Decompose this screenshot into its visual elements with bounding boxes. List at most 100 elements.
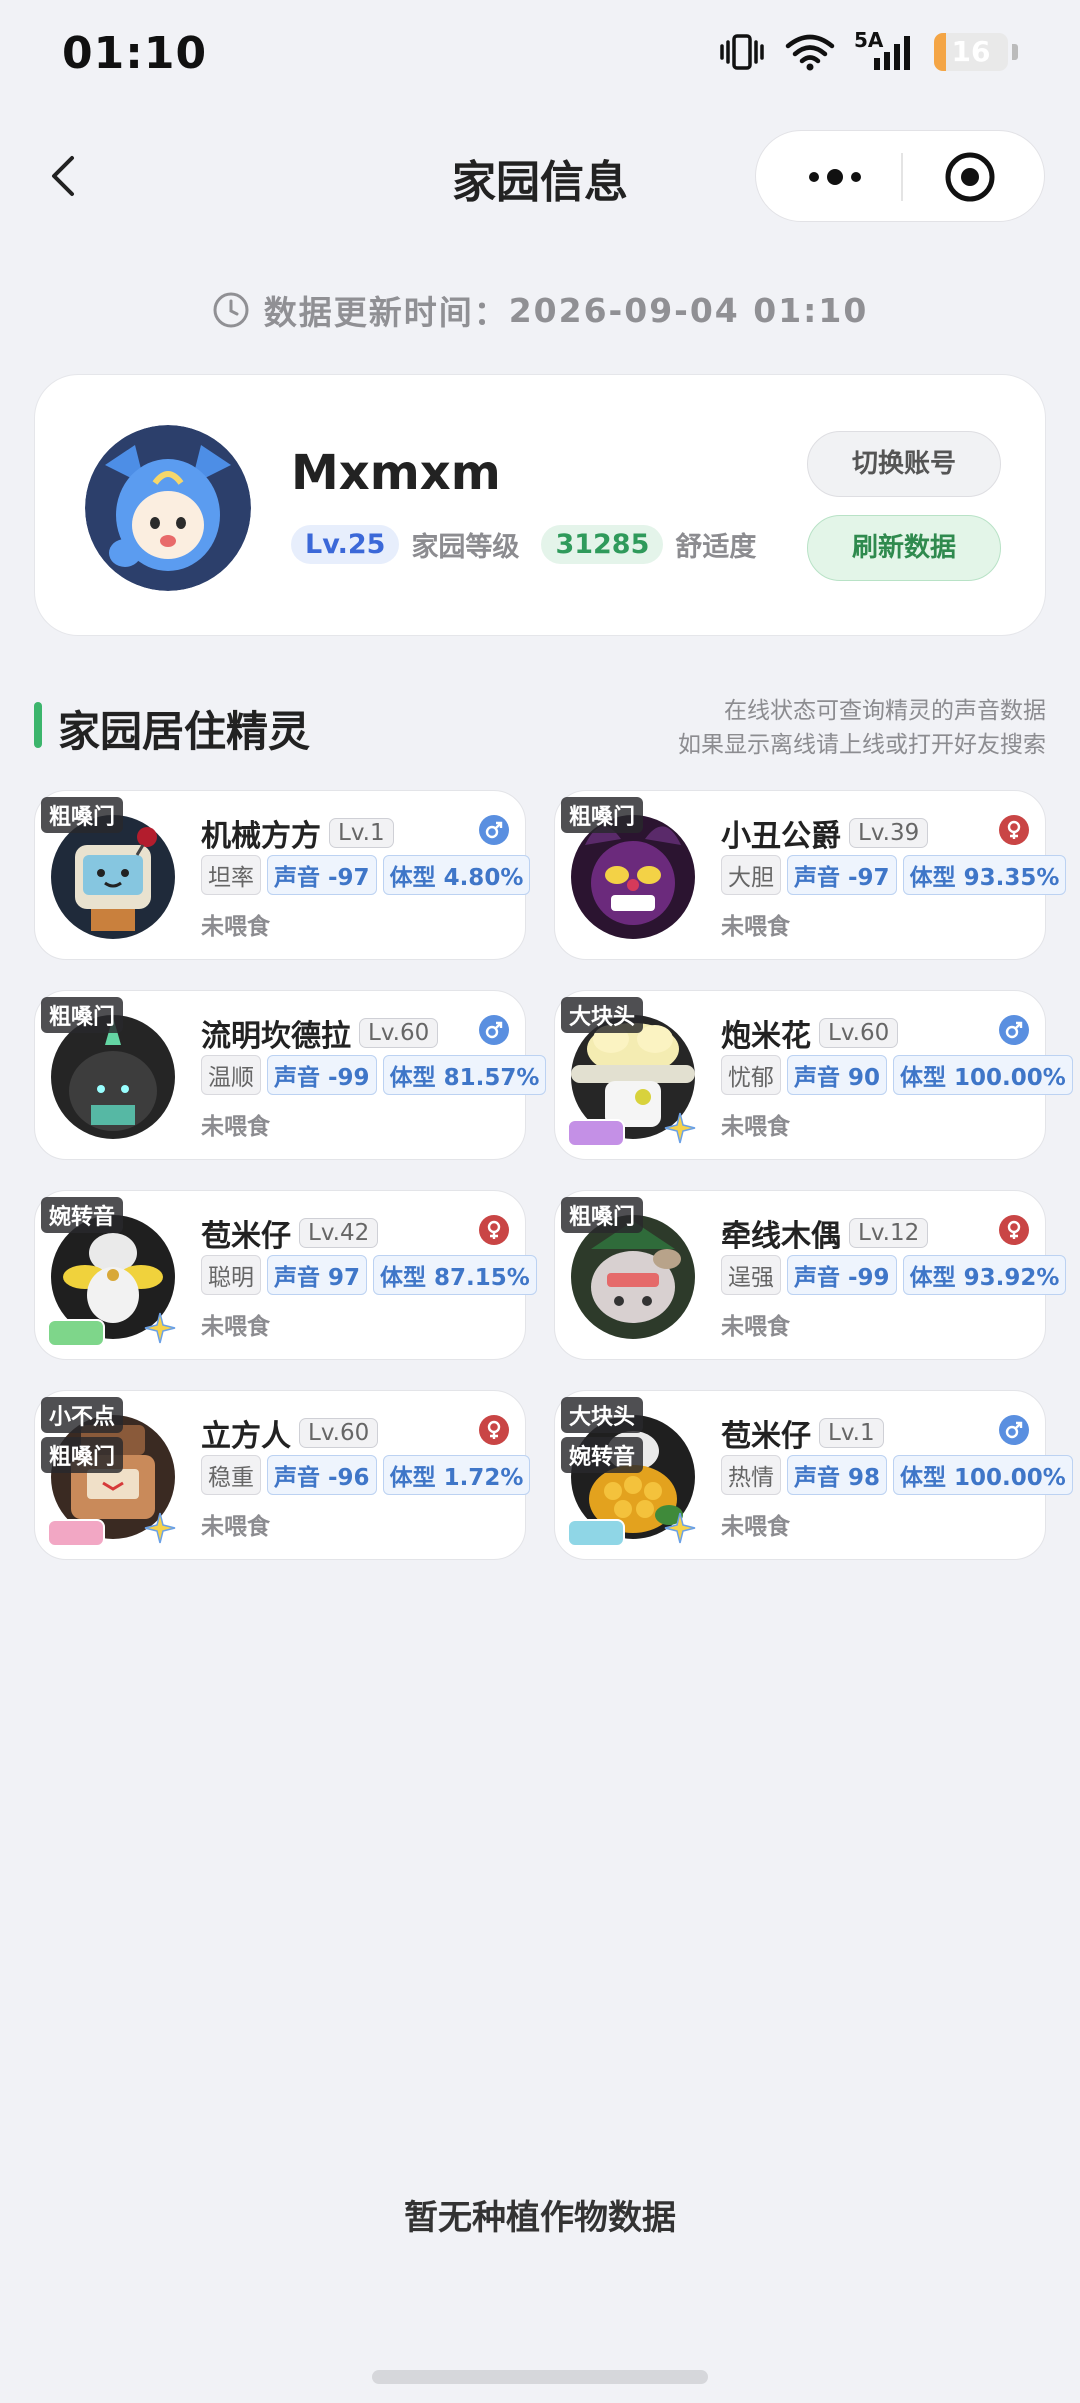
mini-program-capsule (755, 130, 1045, 222)
trait-tag: 粗嗓门 (561, 797, 644, 833)
trait-tag: 婉转音 (41, 1197, 124, 1233)
pet-name: 牵线木偶 (721, 1219, 841, 1254)
update-label: 数据更新时间： (263, 293, 509, 332)
pet-nature: 热情 (721, 1455, 781, 1495)
skill-badge (47, 1519, 105, 1547)
pet-card[interactable]: 婉转音 苞米仔 Lv.42 聪明 声音 97 体型 87.15% 未喂食 (34, 1190, 537, 1360)
section-hint-line: 如果显示离线请上线或打开好友搜索 (678, 732, 1046, 758)
gender-badge (479, 1415, 509, 1445)
battery-icon: 16 (934, 33, 1008, 71)
pet-name-row: 苞米仔 Lv.1 (721, 1411, 884, 1455)
pet-sound: 声音 90 (787, 1055, 888, 1095)
profile-stats: Lv.25 家园等级 31285 舒适度 (291, 525, 756, 564)
status-icons: 5A 16 (718, 28, 1018, 72)
pet-name-row: 立方人 Lv.60 (201, 1411, 379, 1455)
pet-card[interactable]: 粗嗓门 流明坎德拉 Lv.60 温顺 声音 -99 体型 81.57% 未喂食 (34, 990, 547, 1160)
pet-card[interactable]: 小不点 粗嗓门 立方人 Lv.60 稳重 声音 -96 体型 1.72% 未喂食 (34, 1390, 531, 1560)
pet-name-row: 机械方方 Lv.1 (201, 811, 394, 855)
battery-level: 16 (951, 35, 991, 68)
pet-size: 体型 100.00% (893, 1455, 1073, 1495)
trait-tag: 粗嗓门 (41, 797, 124, 833)
pet-level: Lv.60 (819, 1018, 899, 1048)
profile-card: Mxmxm Lv.25 家园等级 31285 舒适度 切换账号 刷新数据 (34, 374, 1046, 636)
pet-card[interactable]: 粗嗓门 牵线木偶 Lv.12 逞强 声音 -99 体型 93.92% 未喂食 (554, 1190, 1067, 1360)
home-indicator[interactable] (372, 2370, 708, 2384)
skill-badge (567, 1119, 625, 1147)
pet-stats: 聪明 声音 97 体型 87.15% (201, 1255, 537, 1295)
pet-name-row: 炮米花 Lv.60 (721, 1011, 899, 1055)
wifi-icon (785, 34, 835, 71)
refresh-data-button[interactable]: 刷新数据 (807, 515, 1001, 581)
battery-tip (1012, 44, 1018, 60)
pet-size: 体型 100.00% (893, 1055, 1073, 1095)
pet-card[interactable]: 大块头 炮米花 Lv.60 忧郁 声音 90 体型 100.00% 未喂食 (554, 990, 1073, 1160)
sparkle-icon (664, 1112, 696, 1144)
more-button[interactable] (800, 153, 910, 201)
home-level-label: 家园等级 (411, 532, 520, 563)
gender-badge (479, 1015, 509, 1045)
pet-card[interactable]: 粗嗓门 机械方方 Lv.1 坦率 声音 -97 体型 4.80% 未喂食 (34, 790, 531, 960)
pet-name: 苞米仔 (201, 1219, 291, 1254)
pet-name-row: 牵线木偶 Lv.12 (721, 1211, 929, 1255)
comfort-badge: 31285 (541, 525, 664, 564)
player-name: Mxmxm (291, 445, 501, 501)
pet-name: 苞米仔 (721, 1419, 811, 1454)
pet-stats: 温顺 声音 -99 体型 81.57% (201, 1055, 547, 1095)
capsule-divider (901, 153, 903, 201)
female-icon (1007, 820, 1021, 839)
section-title: 家园居住精灵 (58, 707, 311, 756)
nav-bar: 家园信息 (0, 120, 1080, 230)
gender-badge (999, 815, 1029, 845)
pet-level: Lv.60 (299, 1418, 379, 1448)
sparkle-icon (664, 1512, 696, 1544)
pet-level: Lv.1 (329, 818, 394, 848)
pet-name: 小丑公爵 (721, 819, 841, 854)
trait-tag: 婉转音 (561, 1437, 644, 1473)
status-time: 01:10 (62, 28, 208, 79)
male-icon (1005, 1421, 1023, 1439)
update-time: 2026-09-04 01:10 (508, 290, 869, 330)
empty-crops-text: 暂无种植作物数据 (404, 2198, 676, 2238)
pet-stats: 大胆 声音 -97 体型 93.35% (721, 855, 1067, 895)
trait-tag: 大块头 (561, 997, 644, 1033)
avatar[interactable] (85, 425, 251, 591)
pet-sound: 声音 98 (787, 1455, 888, 1495)
clock-icon (213, 292, 249, 328)
pet-nature: 忧郁 (721, 1055, 781, 1095)
pet-nature: 大胆 (721, 855, 781, 895)
pet-avatar (571, 815, 695, 939)
section-hint-line: 在线状态可查询精灵的声音数据 (724, 698, 1046, 724)
trait-tags: 粗嗓门 (561, 797, 644, 833)
trait-tag: 粗嗓门 (41, 997, 124, 1033)
pet-nature: 稳重 (201, 1455, 261, 1495)
trait-tags: 粗嗓门 (561, 1197, 644, 1233)
pet-sound: 声音 -97 (787, 855, 897, 895)
pet-sound: 声音 -97 (267, 855, 377, 895)
section-hint: 在线状态可查询精灵的声音数据 如果显示离线请上线或打开好友搜索 (678, 694, 1046, 762)
pet-feed-status: 未喂食 (721, 1114, 790, 1140)
pet-sound: 声音 -99 (787, 1255, 897, 1295)
switch-account-button[interactable]: 切换账号 (807, 431, 1001, 497)
close-mini-program-button[interactable] (944, 151, 996, 203)
pet-feed-status: 未喂食 (721, 1314, 790, 1340)
pet-stats: 坦率 声音 -97 体型 4.80% (201, 855, 531, 895)
gender-badge (999, 1415, 1029, 1445)
female-icon (487, 1220, 501, 1239)
pet-size: 体型 93.35% (902, 855, 1067, 895)
skill-badge (47, 1319, 105, 1347)
pet-name: 流明坎德拉 (201, 1019, 351, 1054)
trait-tags: 大块头 婉转音 (561, 1397, 644, 1473)
section-header: 家园居住精灵 在线状态可查询精灵的声音数据 如果显示离线请上线或打开好友搜索 (34, 690, 1046, 780)
pet-stats: 稳重 声音 -96 体型 1.72% (201, 1455, 531, 1495)
gender-badge (999, 1215, 1029, 1245)
trait-tags: 粗嗓门 (41, 797, 124, 833)
pet-card[interactable]: 粗嗓门 小丑公爵 Lv.39 大胆 声音 -97 体型 93.35% 未喂食 (554, 790, 1067, 960)
pet-card[interactable]: 大块头 婉转音 苞米仔 Lv.1 热情 声音 98 体型 100.00% 未喂食 (554, 1390, 1073, 1560)
vibrate-icon (720, 34, 764, 70)
pet-sound: 声音 -96 (267, 1455, 377, 1495)
pet-feed-status: 未喂食 (201, 1114, 270, 1140)
male-icon (485, 821, 503, 839)
pet-feed-status: 未喂食 (201, 914, 270, 940)
pet-sound: 声音 97 (267, 1255, 368, 1295)
pet-feed-status: 未喂食 (201, 1314, 270, 1340)
